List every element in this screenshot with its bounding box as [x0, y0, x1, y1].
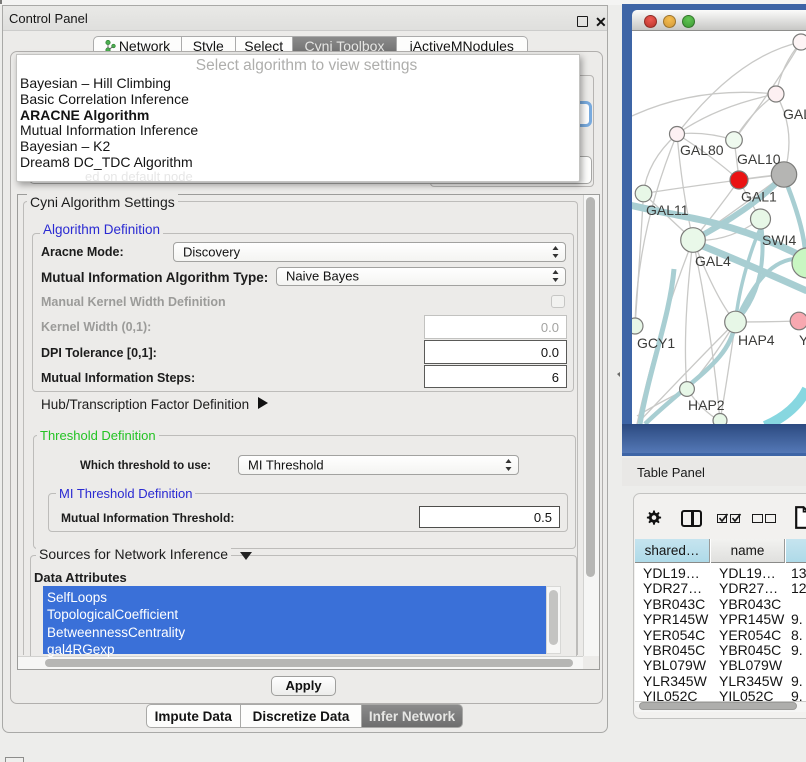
svg-text:HAP4: HAP4	[738, 332, 775, 348]
svg-text:GAL1: GAL1	[741, 189, 777, 205]
svg-text:Y: Y	[799, 332, 806, 348]
svg-text:SWI4: SWI4	[762, 232, 796, 248]
svg-text:GAL: GAL	[783, 106, 806, 122]
svg-text:HAP2: HAP2	[688, 397, 725, 413]
svg-text:GAL80: GAL80	[680, 142, 724, 158]
svg-text:GCY1: GCY1	[637, 335, 675, 351]
svg-text:GAL11: GAL11	[646, 202, 689, 218]
svg-text:GAL10: GAL10	[737, 151, 781, 167]
svg-text:GAL4: GAL4	[695, 253, 731, 269]
